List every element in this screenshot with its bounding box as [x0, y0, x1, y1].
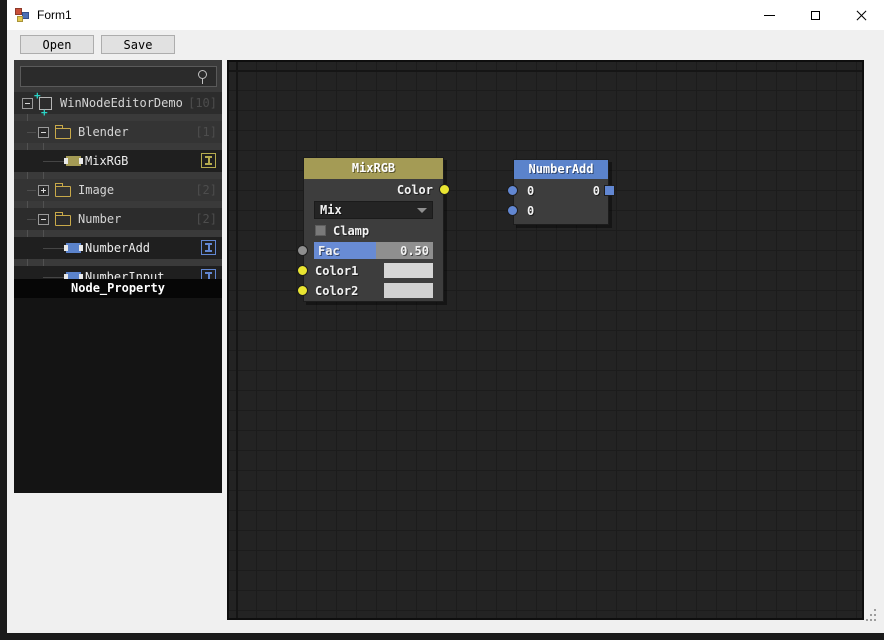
color1-label: Color1	[315, 263, 359, 278]
number-input1-socket[interactable]	[507, 185, 518, 196]
close-button[interactable]	[838, 0, 884, 30]
resize-grip[interactable]	[866, 609, 880, 623]
fac-slider-track: 0.50	[376, 242, 433, 259]
tree-item-count: [10]	[188, 96, 217, 110]
node-type-badge-icon	[201, 153, 216, 168]
fac-slider[interactable]: Fac 0.50	[314, 242, 433, 259]
folder-icon	[55, 211, 71, 226]
color1-swatch[interactable]	[384, 263, 433, 278]
canvas-origin-line-horizontal	[229, 70, 862, 72]
fac-input-socket[interactable]	[297, 245, 308, 256]
tree-item-label: NumberInput	[85, 270, 165, 279]
chevron-down-icon	[417, 207, 427, 213]
folder-icon	[55, 124, 71, 139]
checkbox-label: Clamp	[333, 223, 370, 238]
selection-square-icon	[34, 89, 52, 119]
input1-value: 0	[527, 184, 535, 198]
node-body: 0 0 0	[514, 179, 608, 224]
app-window: Form1 Open Save WinNodeEditorDemo	[7, 0, 884, 633]
node-numberadd[interactable]: NumberAdd 0 0 0	[507, 159, 615, 225]
collapse-icon[interactable]	[38, 126, 49, 138]
window-controls	[746, 0, 884, 30]
tree-item-count: [2]	[195, 183, 217, 197]
clamp-checkbox[interactable]	[315, 225, 326, 236]
minimize-icon	[763, 14, 775, 16]
maximize-icon	[810, 10, 820, 20]
tree-item-numberinput[interactable]: NumberInput	[14, 266, 222, 279]
open-button[interactable]: Open	[20, 35, 94, 54]
minimize-button[interactable]	[746, 0, 792, 30]
node-header[interactable]: MixRGB	[304, 158, 443, 179]
color2-swatch[interactable]	[384, 283, 433, 298]
search-icon	[198, 70, 207, 84]
tree-item-count: [1]	[195, 125, 217, 139]
titlebar: Form1	[7, 0, 884, 30]
tree-item-label: WinNodeEditorDemo	[60, 96, 183, 110]
canvas-origin-line-vertical	[236, 62, 238, 618]
search-box	[20, 66, 217, 87]
save-button[interactable]: Save	[101, 35, 175, 54]
output-value: 0	[592, 184, 600, 198]
tree-item-label: Image	[78, 183, 115, 197]
node-tree-panel: WinNodeEditorDemo [10] Blender [1] MixRG…	[14, 60, 222, 279]
collapse-icon[interactable]	[22, 97, 33, 109]
tree-item-blender[interactable]: Blender [1]	[14, 121, 222, 143]
tree-item-count: [2]	[195, 212, 217, 226]
tree-item-numberadd[interactable]: NumberAdd	[14, 237, 222, 259]
node-icon	[64, 243, 83, 253]
fac-slider-fill: Fac	[314, 242, 376, 259]
sidebar: WinNodeEditorDemo [10] Blender [1] MixRG…	[14, 60, 222, 493]
color2-label: Color2	[315, 283, 359, 298]
node-mixrgb[interactable]: MixRGB Color Mix Clamp Fac 0.50 Color1 C…	[297, 157, 450, 302]
node-body: Color Mix Clamp Fac 0.50 Color1 Color2	[304, 179, 443, 301]
dropdown-value: Mix	[320, 203, 342, 217]
color1-input-socket[interactable]	[297, 265, 308, 276]
fac-label: Fac	[318, 243, 340, 258]
maximize-button[interactable]	[792, 0, 838, 30]
node-icon	[64, 156, 83, 166]
fac-value: 0.50	[400, 243, 429, 258]
tree-item-label: NumberAdd	[85, 241, 151, 255]
expand-icon[interactable]	[38, 184, 49, 196]
search-input[interactable]	[23, 68, 193, 85]
collapse-icon[interactable]	[38, 213, 49, 225]
node-icon	[64, 272, 83, 279]
property-panel-header: Node_Property	[14, 279, 222, 298]
tree-item-label: MixRGB	[85, 154, 129, 168]
tree-item-image[interactable]: Image [2]	[14, 179, 222, 201]
tree-item-mixrgb[interactable]: MixRGB	[14, 150, 222, 172]
tree-item-winnodeeditordemo[interactable]: WinNodeEditorDemo [10]	[14, 89, 222, 119]
blend-mode-dropdown[interactable]: Mix	[314, 201, 433, 219]
toolbar: Open Save	[7, 30, 884, 60]
color-output-socket[interactable]	[439, 184, 450, 195]
node-type-badge-icon	[201, 240, 216, 255]
app-icon	[14, 7, 30, 23]
property-panel-body	[14, 298, 222, 493]
node-type-badge-icon	[201, 269, 216, 279]
window-title: Form1	[37, 8, 72, 22]
tree-item-label: Blender	[78, 125, 129, 139]
folder-icon	[55, 182, 71, 197]
node-tree: WinNodeEditorDemo [10] Blender [1] MixRG…	[14, 89, 222, 279]
node-header[interactable]: NumberAdd	[514, 160, 608, 179]
close-icon	[856, 10, 867, 21]
color2-input-socket[interactable]	[297, 285, 308, 296]
input2-value: 0	[527, 204, 535, 218]
number-output-socket[interactable]	[604, 185, 615, 196]
tree-item-label: Number	[78, 212, 122, 226]
tree-item-number[interactable]: Number [2]	[14, 208, 222, 230]
number-input2-socket[interactable]	[507, 205, 518, 216]
node-editor-canvas[interactable]: MixRGB Color Mix Clamp Fac 0.50 Color1 C…	[227, 60, 864, 620]
output-label: Color	[396, 183, 433, 197]
